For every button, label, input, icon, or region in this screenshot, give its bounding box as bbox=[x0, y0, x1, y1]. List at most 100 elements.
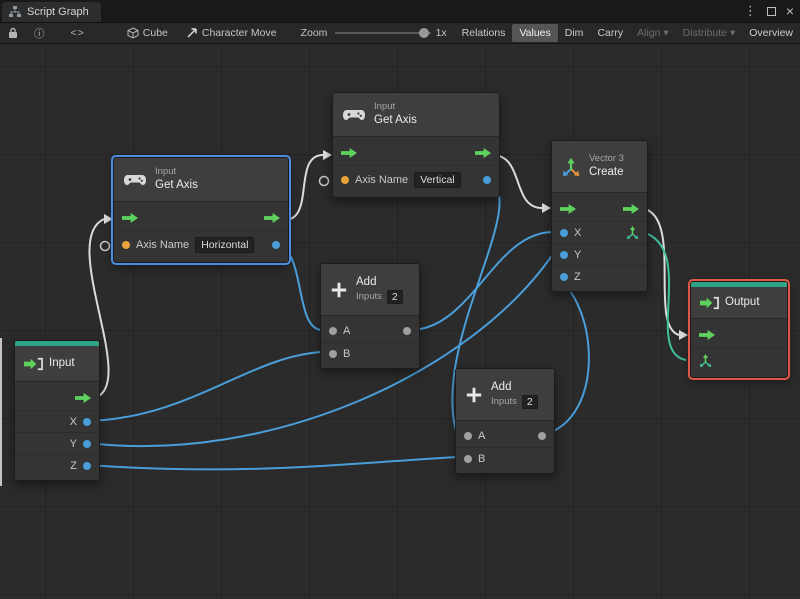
wire-input-z-to-add2-b bbox=[87, 456, 458, 471]
port-label: Y bbox=[69, 437, 77, 450]
zoom-slider-track bbox=[335, 32, 431, 34]
plus-icon bbox=[465, 386, 483, 404]
flow-out-arrow-icon[interactable] bbox=[264, 213, 280, 223]
z-in-port[interactable] bbox=[560, 272, 568, 281]
inputs-label: Inputs bbox=[356, 290, 382, 302]
menu-icon[interactable]: ⋮ bbox=[744, 3, 757, 19]
distribute-dropdown[interactable]: Distribute ▾ bbox=[676, 24, 743, 42]
node-vector3-create[interactable]: Vector 3 Create X Y Z bbox=[551, 140, 648, 292]
string-in-port[interactable] bbox=[341, 175, 349, 184]
tab-script-graph[interactable]: Script Graph bbox=[2, 2, 101, 22]
node-get-axis-vertical[interactable]: Input Get Axis Axis Name Vertical bbox=[332, 92, 500, 198]
flow-out-arrow-icon[interactable] bbox=[623, 204, 639, 214]
graph-io-icon bbox=[700, 296, 719, 310]
axis-name-field[interactable]: Vertical bbox=[414, 171, 461, 188]
node-get-axis-horizontal[interactable]: Input Get Axis Axis Name Horizontal bbox=[111, 155, 291, 265]
value-out-port[interactable] bbox=[483, 175, 491, 184]
value-out-port[interactable] bbox=[272, 240, 280, 249]
zoom-label: Zoom bbox=[300, 27, 328, 39]
vector3-icon bbox=[561, 157, 581, 177]
y-out-port[interactable] bbox=[83, 439, 91, 448]
node-category: Input bbox=[374, 101, 396, 113]
string-in-port[interactable] bbox=[122, 240, 130, 249]
values-button[interactable]: Values bbox=[512, 24, 558, 42]
inputs-count-field[interactable]: 2 bbox=[521, 394, 538, 409]
node-category: Input bbox=[155, 166, 177, 178]
node-add-bottom[interactable]: Add Inputs 2 A B bbox=[455, 368, 555, 474]
wire-input-x-to-add-b bbox=[87, 351, 323, 422]
port-label: X bbox=[69, 415, 77, 428]
character-move-icon bbox=[186, 27, 198, 39]
zoom-value: 1x bbox=[435, 27, 447, 39]
z-out-port[interactable] bbox=[83, 461, 91, 470]
result-out-port[interactable] bbox=[538, 432, 546, 440]
input-a-port[interactable] bbox=[464, 432, 472, 440]
gamepad-icon bbox=[123, 173, 147, 187]
tab-title: Script Graph bbox=[27, 6, 89, 18]
cube-icon bbox=[127, 27, 139, 39]
vector3-in-port-icon[interactable] bbox=[699, 354, 712, 367]
flow-in-arrow-icon[interactable] bbox=[699, 330, 715, 340]
code-view-icon[interactable]: <> bbox=[71, 27, 85, 39]
flow-in-arrow-icon[interactable] bbox=[560, 204, 576, 214]
flow-out-arrow-icon[interactable] bbox=[475, 148, 491, 158]
x-out-port[interactable] bbox=[83, 417, 91, 426]
lock-icon[interactable] bbox=[8, 27, 18, 39]
tab-strip: Script Graph ⋮ × bbox=[0, 0, 800, 22]
graph-toolbar: ⓘ <> Cube Character Move Zoom 1x Relatio… bbox=[0, 22, 800, 44]
node-add-top[interactable]: Add Inputs 2 A B bbox=[320, 263, 420, 369]
node-title: Get Axis bbox=[374, 114, 417, 127]
port-label: X bbox=[574, 226, 582, 239]
zoom-slider-handle[interactable] bbox=[419, 28, 430, 38]
inputs-count-field[interactable]: 2 bbox=[386, 289, 403, 304]
cube-target-button[interactable]: Cube bbox=[127, 27, 168, 39]
overview-button[interactable]: Overview bbox=[742, 24, 800, 42]
maximize-icon[interactable] bbox=[766, 6, 776, 16]
node-title: Add bbox=[491, 381, 512, 394]
close-icon[interactable]: × bbox=[786, 3, 794, 19]
unconnected-port-ring bbox=[99, 240, 111, 252]
gamepad-icon bbox=[342, 108, 366, 122]
flow-in-triangle-icon bbox=[104, 214, 113, 224]
info-icon[interactable]: ⓘ bbox=[34, 26, 45, 41]
vector3-out-port-icon[interactable] bbox=[626, 226, 639, 239]
inputs-label: Inputs bbox=[491, 395, 517, 407]
input-a-port[interactable] bbox=[329, 327, 337, 335]
port-label: Z bbox=[70, 459, 77, 472]
flow-in-triangle-icon bbox=[323, 150, 332, 160]
graph-io-icon bbox=[24, 357, 43, 371]
node-graph-output[interactable]: Output bbox=[688, 279, 790, 380]
axis-name-field[interactable]: Horizontal bbox=[195, 236, 255, 253]
flow-out-arrow-icon[interactable] bbox=[75, 393, 91, 403]
carry-button[interactable]: Carry bbox=[590, 24, 630, 42]
character-move-button[interactable]: Character Move bbox=[186, 27, 277, 39]
zoom-slider[interactable] bbox=[335, 26, 431, 40]
port-label: A bbox=[478, 430, 486, 442]
flow-in-arrow-icon[interactable] bbox=[341, 148, 357, 158]
graph-canvas[interactable]: Input Get Axis Axis Name Vertical Input … bbox=[0, 44, 800, 599]
node-title: Get Axis bbox=[155, 179, 198, 192]
input-b-port[interactable] bbox=[329, 349, 337, 358]
align-dropdown[interactable]: Align ▾ bbox=[630, 24, 676, 42]
port-label: Z bbox=[574, 270, 581, 283]
dim-button[interactable]: Dim bbox=[558, 24, 591, 42]
node-title: Add bbox=[356, 276, 377, 289]
x-in-port[interactable] bbox=[560, 228, 568, 237]
node-category: Vector 3 bbox=[589, 153, 624, 165]
offscreen-node-edge bbox=[0, 338, 2, 486]
relations-button[interactable]: Relations bbox=[455, 24, 513, 42]
node-title: Input bbox=[49, 357, 75, 370]
port-label: B bbox=[343, 347, 351, 360]
node-title: Create bbox=[589, 166, 624, 179]
cube-label: Cube bbox=[142, 27, 168, 39]
input-b-port[interactable] bbox=[464, 454, 472, 463]
character-move-label: Character Move bbox=[201, 27, 277, 39]
result-out-port[interactable] bbox=[403, 327, 411, 335]
port-label: Axis Name bbox=[355, 173, 409, 186]
y-in-port[interactable] bbox=[560, 250, 568, 259]
unconnected-port-ring bbox=[318, 175, 330, 187]
wire-flow-horizontal-to-vertical bbox=[282, 154, 324, 222]
plus-icon bbox=[330, 281, 348, 299]
flow-in-arrow-icon[interactable] bbox=[122, 213, 138, 223]
node-graph-input[interactable]: Input X Y Z bbox=[14, 340, 100, 481]
